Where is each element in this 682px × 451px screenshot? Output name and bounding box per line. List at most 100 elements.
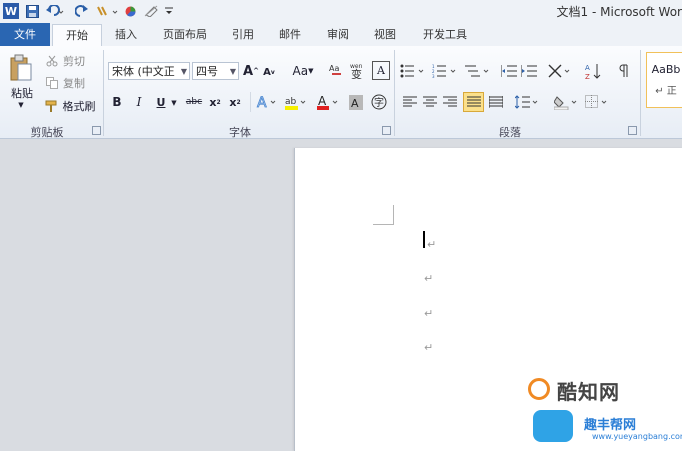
svg-text:Aa: Aa bbox=[329, 64, 339, 73]
svg-text:字: 字 bbox=[374, 96, 384, 109]
undo-icon[interactable] bbox=[44, 3, 66, 19]
word-app-icon[interactable]: W bbox=[3, 3, 19, 19]
svg-text:A: A bbox=[318, 94, 327, 108]
cut-button[interactable]: 剪切 bbox=[61, 54, 87, 68]
phonetic-guide-icon[interactable]: wen 变 bbox=[350, 60, 366, 80]
numbering-icon[interactable]: 123 bbox=[432, 62, 460, 80]
copy-icon[interactable] bbox=[45, 76, 59, 90]
enclose-characters-icon[interactable]: 字 bbox=[370, 93, 388, 111]
tab-mailings[interactable]: 邮件 bbox=[272, 24, 308, 46]
title-bar: W 文档1 - Microsoft Wor bbox=[0, 0, 682, 23]
format-painter-icon[interactable] bbox=[44, 99, 60, 113]
save-icon[interactable] bbox=[24, 3, 40, 19]
decrease-indent-icon[interactable] bbox=[500, 62, 518, 80]
increase-indent-icon[interactable] bbox=[520, 62, 538, 80]
paste-button[interactable]: 粘贴 bbox=[6, 86, 38, 100]
svg-text:A: A bbox=[351, 97, 359, 110]
tab-file[interactable]: 文件 bbox=[0, 23, 50, 46]
document-page[interactable] bbox=[294, 148, 682, 451]
tab-developer[interactable]: 开发工具 bbox=[416, 24, 474, 46]
font-size-value: 四号 bbox=[196, 65, 218, 78]
shrink-font-button[interactable]: Av bbox=[262, 64, 276, 80]
font-size-dropdown-icon[interactable]: ▼ bbox=[230, 63, 236, 81]
color-wheel-icon[interactable] bbox=[124, 3, 136, 19]
clipboard-dialog-launcher-icon[interactable] bbox=[92, 126, 101, 135]
paragraph-dialog-launcher-icon[interactable] bbox=[628, 126, 637, 135]
tab-view[interactable]: 视图 bbox=[367, 24, 403, 46]
style-preview-text: AaBb bbox=[651, 63, 681, 76]
bold-button[interactable]: B bbox=[110, 94, 124, 110]
font-dialog-launcher-icon[interactable] bbox=[382, 126, 391, 135]
bullets-icon[interactable] bbox=[400, 62, 428, 80]
format-painter-button[interactable]: 格式刷 bbox=[61, 99, 97, 113]
distributed-icon[interactable] bbox=[488, 94, 504, 110]
font-group-label: 字体 bbox=[229, 126, 251, 139]
tab-insert[interactable]: 插入 bbox=[108, 24, 144, 46]
font-name-dropdown-icon[interactable]: ▼ bbox=[181, 63, 187, 79]
highlight-color-icon[interactable]: ab bbox=[284, 93, 308, 111]
shrink-font-glyph: A bbox=[263, 66, 271, 78]
watermark-url: www.yueyangbang.com bbox=[592, 432, 682, 441]
borders-icon[interactable] bbox=[585, 93, 611, 111]
show-formatting-marks-icon[interactable] bbox=[616, 62, 630, 80]
font-color-icon[interactable]: A bbox=[316, 93, 340, 111]
watermark-brand: 酷知网 bbox=[557, 380, 620, 404]
align-right-icon[interactable] bbox=[442, 94, 458, 110]
clear-formatting-icon[interactable]: Aa bbox=[328, 60, 344, 80]
italic-button[interactable]: I bbox=[132, 94, 146, 110]
grow-font-button[interactable]: A ^ bbox=[243, 62, 259, 80]
underline-dropdown-icon[interactable]: ▼ bbox=[170, 98, 178, 108]
redo-icon[interactable] bbox=[74, 3, 88, 19]
svg-text:3: 3 bbox=[432, 74, 435, 78]
font-name-combo[interactable]: 宋体 (中文正 ▼ bbox=[108, 62, 190, 80]
grow-font-glyph: A bbox=[243, 63, 254, 79]
tab-references[interactable]: 引用 bbox=[226, 24, 260, 46]
align-left-icon[interactable] bbox=[402, 94, 418, 110]
multilevel-list-icon[interactable] bbox=[464, 62, 492, 80]
inline-separator bbox=[250, 92, 251, 112]
character-border-icon[interactable]: A bbox=[372, 61, 390, 80]
tab-page-layout[interactable]: 页面布局 bbox=[156, 24, 214, 46]
chinese-layout-icon[interactable] bbox=[548, 62, 574, 80]
text-effects-icon[interactable]: A bbox=[256, 93, 278, 111]
paragraph-group-label: 段落 bbox=[499, 126, 521, 139]
format-painter-quick-icon[interactable] bbox=[94, 3, 120, 19]
group-separator bbox=[394, 50, 395, 136]
margin-corner-mark bbox=[373, 205, 394, 225]
character-shading-icon[interactable]: A bbox=[348, 93, 364, 111]
svg-text:A: A bbox=[585, 64, 590, 72]
customize-quick-access-icon[interactable] bbox=[164, 3, 174, 19]
watermark-brand-secondary: 趣丰帮网 bbox=[584, 418, 637, 433]
change-case-button[interactable]: Aa ▼ bbox=[290, 62, 316, 80]
ribbon-tab-bar: 文件 开始 插入 页面布局 引用 邮件 审阅 视图 开发工具 bbox=[0, 22, 682, 47]
copy-button[interactable]: 复制 bbox=[61, 76, 87, 90]
tab-home[interactable]: 开始 bbox=[52, 24, 102, 47]
line-spacing-icon[interactable] bbox=[515, 93, 541, 111]
window-title: 文档1 - Microsoft Wor bbox=[556, 5, 682, 19]
superscript-glyph: x bbox=[229, 95, 237, 109]
justify-icon[interactable] bbox=[463, 92, 484, 112]
eraser-icon[interactable] bbox=[143, 3, 159, 19]
shading-icon[interactable] bbox=[554, 93, 580, 111]
cut-icon[interactable] bbox=[45, 54, 59, 68]
group-separator bbox=[640, 50, 641, 136]
underline-button[interactable]: U bbox=[154, 94, 168, 110]
style-normal-tile[interactable]: AaBb ↵ 正 bbox=[646, 52, 682, 108]
subscript-button[interactable]: x2 bbox=[208, 94, 222, 110]
subscript-glyph: x bbox=[209, 95, 217, 109]
group-separator bbox=[103, 50, 104, 136]
style-name: ↵ 正 bbox=[655, 86, 677, 97]
font-size-combo[interactable]: 四号 ▼ bbox=[192, 62, 239, 80]
paste-icon[interactable] bbox=[8, 52, 34, 84]
watermark-badge-icon bbox=[533, 410, 573, 442]
paragraph-mark: ↵ bbox=[424, 272, 434, 285]
sort-icon[interactable]: AZ bbox=[584, 61, 602, 81]
watermark-logo-icon bbox=[528, 378, 550, 400]
tab-review[interactable]: 审阅 bbox=[320, 24, 356, 46]
paste-dropdown-icon[interactable]: ▼ bbox=[16, 101, 26, 109]
align-center-icon[interactable] bbox=[422, 94, 438, 110]
change-case-glyph: Aa bbox=[292, 64, 309, 78]
superscript-button[interactable]: x2 bbox=[228, 94, 242, 110]
svg-text:ab: ab bbox=[285, 97, 297, 107]
strikethrough-button[interactable]: abc bbox=[184, 94, 204, 110]
